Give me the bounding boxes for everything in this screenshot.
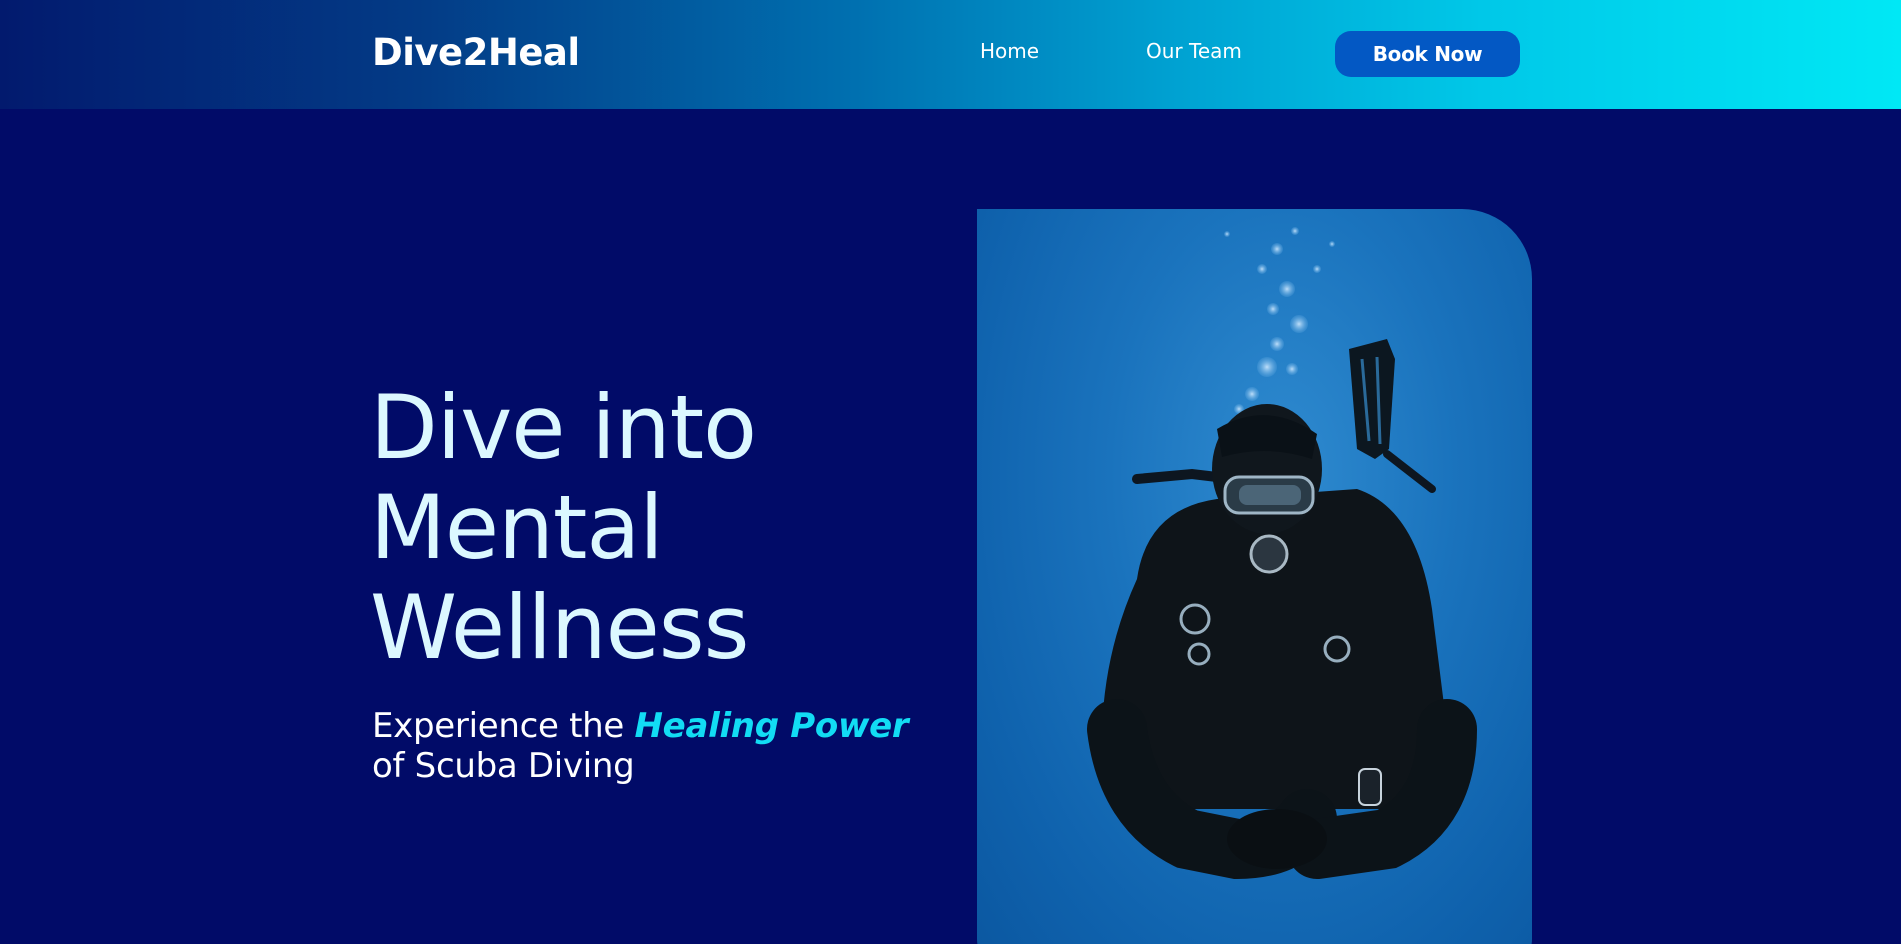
page: Dive2Heal Home Our Team Book Now Dive in… — [0, 0, 1901, 944]
hero-subtitle-prefix: Experience the — [372, 706, 625, 746]
nav-link-our-team[interactable]: Our Team — [1146, 39, 1242, 63]
hero-subtitle-suffix: of Scuba Diving — [372, 746, 635, 786]
site-logo[interactable]: Dive2Heal — [372, 31, 580, 74]
bubbles — [1224, 227, 1335, 420]
hero-subtitle-accent: Healing Power — [634, 706, 909, 746]
book-now-button[interactable]: Book Now — [1335, 31, 1520, 77]
hero-title-line: Mental — [370, 476, 664, 579]
hero-title-line: Dive into — [370, 376, 757, 479]
scuba-diver-photo — [977, 209, 1532, 944]
hero-title: Dive into Mental Wellness — [370, 378, 930, 678]
hero-title-line: Wellness — [370, 576, 750, 679]
nav-link-home[interactable]: Home — [980, 39, 1039, 63]
site-header: Dive2Heal Home Our Team Book Now — [0, 0, 1901, 109]
hero-subtitle: Experience the Healing Power of Scuba Di… — [372, 706, 972, 786]
scuba-diver-illustration — [1087, 227, 1477, 880]
